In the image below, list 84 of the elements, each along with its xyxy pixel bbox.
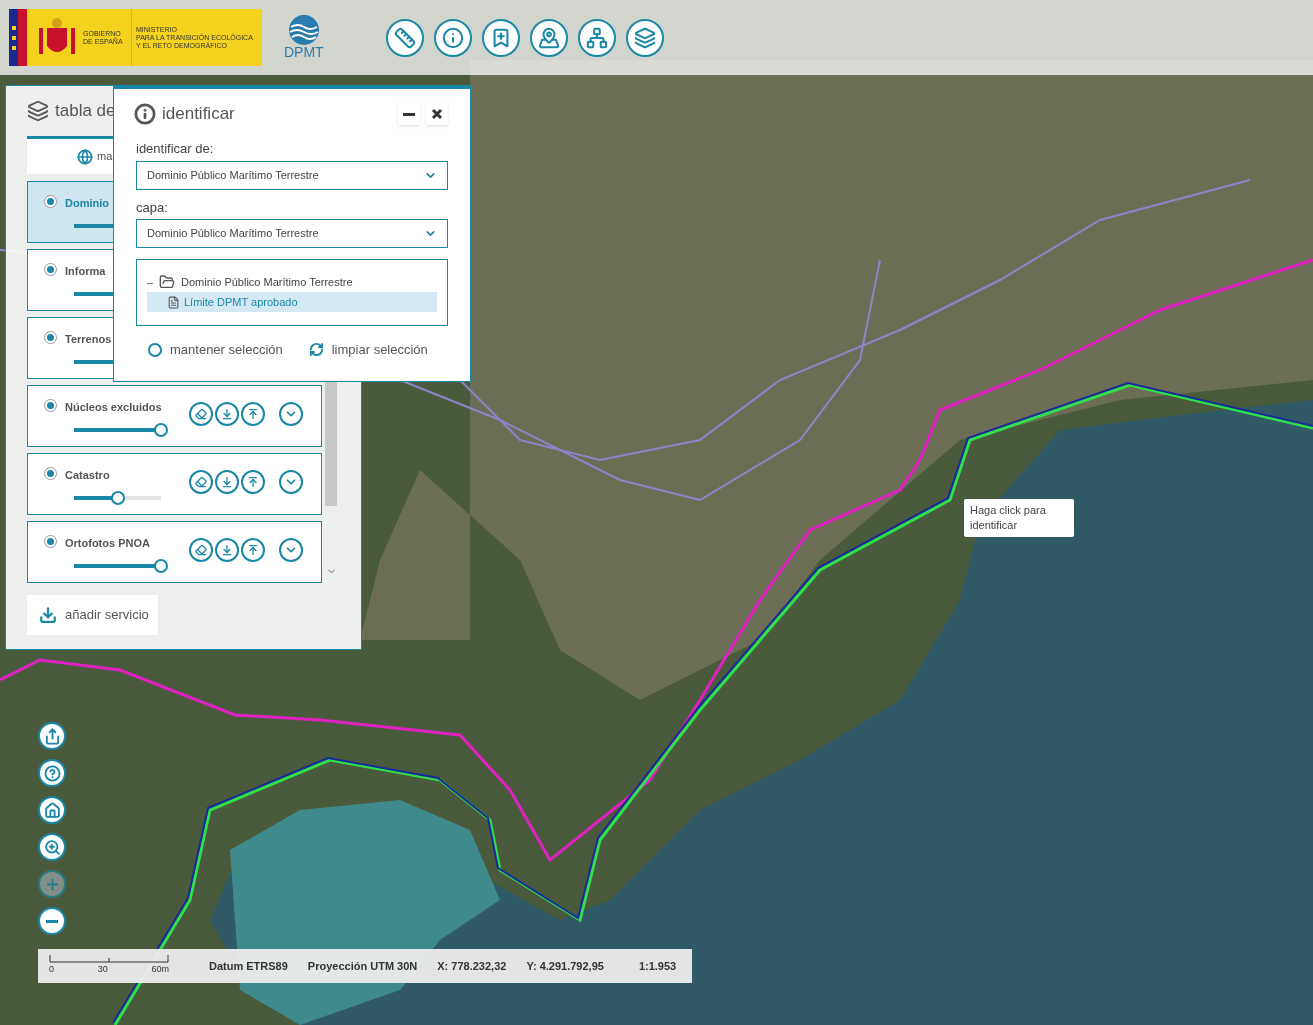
radio-button[interactable]: [44, 331, 57, 344]
tooltip: Haga click para identificar: [964, 499, 1074, 537]
arrow-down-icon: [221, 544, 233, 556]
move-down-button[interactable]: [215, 538, 239, 562]
radio-button[interactable]: [44, 399, 57, 412]
panel-title: identificar: [162, 103, 235, 126]
layer-card[interactable]: Catastro: [27, 453, 322, 515]
layer-name: Terrenos: [65, 332, 112, 347]
layer-card[interactable]: Núcleos excluidos: [27, 385, 322, 447]
expand-button[interactable]: [279, 538, 303, 562]
eraser-button[interactable]: [189, 402, 213, 426]
app-logo-text: DPMT: [284, 45, 324, 60]
toolbar-button[interactable]: [433, 18, 472, 57]
collapse-toggle[interactable]: –: [147, 273, 155, 291]
share-icon: [43, 727, 61, 745]
eraser-icon: [195, 544, 207, 556]
radio-button[interactable]: [44, 535, 57, 548]
globe-icon: [77, 148, 93, 165]
eraser-icon: [195, 476, 207, 488]
hierarchy-icon: [585, 26, 608, 49]
move-up-button[interactable]: [241, 470, 265, 494]
keep-selection-radio[interactable]: mantener selección: [148, 340, 283, 360]
clear-selection-button[interactable]: limpiar selección: [308, 340, 428, 360]
close-button[interactable]: [426, 103, 448, 125]
minimize-icon: [403, 112, 415, 116]
layer-name: Catastro: [65, 468, 110, 483]
arrow-up-icon: [247, 544, 259, 556]
layer-name: Informa: [65, 264, 106, 279]
tree-node[interactable]: – Dominio Público Marítimo Terrestre: [147, 272, 437, 292]
layer-select[interactable]: Dominio Público Marítimo Terrestre: [136, 219, 448, 248]
document-icon: [167, 295, 180, 309]
radio-button[interactable]: [44, 195, 57, 208]
scale-ruler-icon: [49, 955, 169, 964]
field-label: capa:: [136, 198, 169, 217]
layer-name: Núcleos excluidos: [65, 400, 162, 415]
x-coordinate: X: 778.232,32: [437, 958, 507, 974]
home-icon: [43, 801, 61, 819]
toolbar-button[interactable]: [529, 18, 568, 57]
identify-from-select[interactable]: Dominio Público Marítimo Terrestre: [136, 160, 448, 190]
node-label: Dominio Público Marítimo Terrestre: [181, 274, 353, 290]
layer-name: Ortofotos PNOA: [65, 536, 150, 551]
arrow-down-icon: [221, 476, 233, 488]
toolbar-button[interactable]: [385, 18, 424, 57]
toolbar-button[interactable]: [577, 18, 616, 57]
move-down-button[interactable]: [215, 402, 239, 426]
field-label: identificar de:: [136, 140, 215, 158]
add-download-icon: [39, 606, 57, 624]
move-up-button[interactable]: [241, 402, 265, 426]
zoom-icon: [43, 838, 61, 856]
layers-icon: [633, 26, 656, 49]
info-icon: [134, 103, 156, 125]
map-pin-icon: [537, 26, 560, 49]
layer-name: Dominio: [65, 196, 109, 211]
toolbar-button[interactable]: [481, 18, 520, 57]
info-icon: [441, 26, 464, 49]
ruler-icon: [393, 26, 416, 49]
minus-icon: [46, 919, 58, 923]
layers-icon: [27, 100, 49, 122]
add-service-button[interactable]: añadir servicio: [27, 595, 158, 635]
eraser-button[interactable]: [189, 470, 213, 494]
radio-button[interactable]: [44, 467, 57, 480]
toolbar-button[interactable]: [625, 18, 664, 57]
projection-text: Proyección UTM 30N: [307, 958, 418, 974]
minimize-button[interactable]: [398, 103, 420, 125]
arrow-down-icon: [221, 408, 233, 420]
close-icon: [431, 108, 443, 120]
help-icon: [43, 764, 61, 782]
eraser-icon: [195, 408, 207, 420]
layer-card[interactable]: Ortofotos PNOA: [27, 521, 322, 583]
arrow-up-icon: [247, 408, 259, 420]
scale-label: 60m: [151, 963, 169, 977]
y-coordinate: Y: 4.291.792,95: [526, 958, 604, 974]
scale-label: 0: [49, 963, 54, 977]
expand-button[interactable]: [279, 470, 303, 494]
eraser-button[interactable]: [189, 538, 213, 562]
scale-text: 1:1.953: [638, 958, 677, 974]
datum-text: Datum ETRS89: [209, 958, 288, 974]
refresh-icon: [308, 342, 324, 358]
move-down-button[interactable]: [215, 470, 239, 494]
scale-label: 30: [97, 963, 108, 977]
arrow-up-icon: [247, 476, 259, 488]
move-up-button[interactable]: [241, 538, 265, 562]
expand-button[interactable]: [279, 402, 303, 426]
radio-button[interactable]: [44, 263, 57, 276]
